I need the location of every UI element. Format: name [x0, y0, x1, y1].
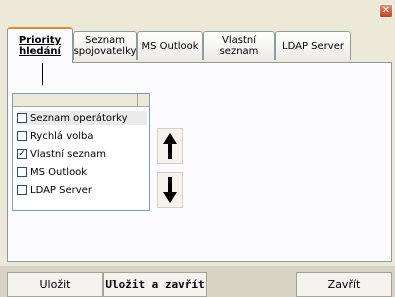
tab-vlastni-seznam[interactable]: Vlastní seznam: [203, 31, 275, 60]
move-up-button[interactable]: [157, 128, 183, 164]
tab-ms-outlook[interactable]: MS Outlook: [137, 31, 203, 60]
close-window-button[interactable]: ✕: [379, 4, 393, 18]
checkbox[interactable]: [17, 113, 27, 123]
column-divider: [137, 94, 138, 107]
tab-label: MS Outlook: [141, 40, 199, 52]
tab-ldap-server[interactable]: LDAP Server: [275, 31, 351, 60]
checkbox[interactable]: [17, 131, 27, 141]
save-button[interactable]: Uložit: [7, 272, 103, 297]
tab-label: Priority hledání: [18, 35, 62, 57]
tab-label: LDAP Server: [282, 40, 344, 52]
arrow-up-icon: [163, 133, 177, 159]
checkbox[interactable]: [17, 185, 27, 195]
tab-label: Seznam spojovatelky: [73, 35, 137, 57]
list-item[interactable]: MS Outlook: [17, 165, 147, 179]
list-item-label: MS Outlook: [30, 166, 88, 178]
list-item[interactable]: LDAP Server: [17, 183, 147, 197]
list-item-label: Vlastní seznam: [30, 148, 106, 160]
list-item[interactable]: Rychlá volba: [17, 129, 147, 143]
close-button[interactable]: Zavřít: [296, 272, 392, 297]
tab-seznam-spojovatelky[interactable]: Seznam spojovatelky: [73, 31, 137, 60]
divider-line: [42, 63, 43, 85]
tab-priority-hledani[interactable]: Priority hledání: [7, 27, 73, 63]
save-and-close-button[interactable]: Uložit a zavřít: [103, 272, 207, 297]
list-item-label: LDAP Server: [30, 184, 92, 196]
arrow-down-icon: [163, 177, 177, 203]
list-item[interactable]: ✓ Vlastní seznam: [17, 147, 147, 161]
tab-label: Vlastní seznam: [219, 35, 259, 57]
move-down-button[interactable]: [157, 172, 183, 208]
list-item[interactable]: Seznam operátorky: [17, 111, 147, 125]
tab-strip: Seznam spojovatelky MS Outlook Vlastní s…: [7, 27, 392, 63]
checkbox-checked[interactable]: ✓: [17, 149, 27, 159]
list-header: [13, 94, 149, 107]
list-item-label: Seznam operátorky: [30, 112, 128, 124]
list-item-label: Rychlá volba: [30, 130, 94, 142]
search-priority-list[interactable]: Seznam operátorky Rychlá volba ✓ Vlastní…: [12, 93, 150, 211]
settings-window: ✕ Seznam spojovatelky MS Outlook Vlastní…: [0, 0, 395, 297]
checkbox[interactable]: [17, 167, 27, 177]
title-bar: ✕: [0, 0, 395, 20]
